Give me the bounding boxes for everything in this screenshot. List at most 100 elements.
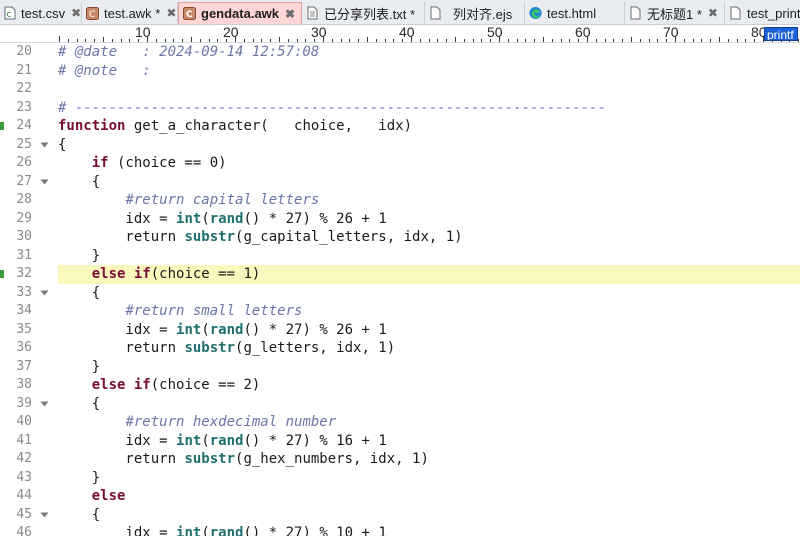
code-text[interactable]: else if(choice == 2) <box>58 376 800 395</box>
token-plain: () * 27) % 16 + 1 <box>243 432 387 449</box>
code-text[interactable]: { <box>58 136 800 155</box>
edge-browser-icon <box>529 6 542 20</box>
token-comment: #return small letters <box>125 303 303 319</box>
code-text[interactable]: #return capital letters <box>58 191 800 210</box>
code-text[interactable]: return substr(g_letters, idx, 1) <box>58 339 800 358</box>
code-line[interactable]: 39 { <box>0 395 800 414</box>
token-builtin: rand <box>209 321 244 338</box>
tab-column-align-ejs[interactable]: 列对齐.ejs <box>425 2 525 24</box>
token-plain: idx = <box>58 321 177 338</box>
code-text[interactable]: } <box>58 247 800 266</box>
code-text[interactable]: else if(choice == 1) <box>58 265 800 284</box>
code-text[interactable] <box>58 80 800 99</box>
close-icon[interactable]: ✖ <box>285 7 295 21</box>
code-line[interactable]: 36 return substr(g_letters, idx, 1) <box>0 339 800 358</box>
code-text[interactable]: return substr(g_capital_letters, idx, 1) <box>58 228 800 247</box>
ruler-label: 20 <box>223 25 239 40</box>
token-comment: # @date : 2024-09-14 12:57:08 <box>58 44 320 60</box>
code-text[interactable]: } <box>58 358 800 377</box>
code-text[interactable]: #return small letters <box>58 302 800 321</box>
code-editor[interactable]: 20 # @date : 2024-09-14 12:57:08 21 # @note… <box>0 42 800 536</box>
token-plain: ( <box>201 210 210 227</box>
code-line[interactable]: 41 idx = int(rand() * 27) % 16 + 1 <box>0 432 800 451</box>
token-builtin: rand <box>209 525 244 536</box>
fold-toggle-icon[interactable] <box>40 289 49 298</box>
token-plain: { <box>58 173 101 190</box>
tab-test-awk[interactable]: C test.awk * ✖ <box>82 2 178 24</box>
code-line[interactable]: 35 idx = int(rand() * 27) % 26 + 1 <box>0 321 800 340</box>
token-plain: } <box>58 247 101 264</box>
token-builtin: rand <box>209 210 244 227</box>
code-line[interactable]: 28 #return capital letters <box>0 191 800 210</box>
change-marker <box>0 270 4 278</box>
code-text[interactable]: #return hexdecimal number <box>58 413 800 432</box>
code-text[interactable]: if (choice == 0) <box>58 154 800 173</box>
code-line[interactable]: 30 return substr(g_capital_letters, idx,… <box>0 228 800 247</box>
close-icon[interactable]: ✖ <box>708 6 718 20</box>
token-plain: () * 27) % 26 + 1 <box>243 210 387 227</box>
fold-toggle-icon[interactable] <box>40 400 49 409</box>
token-plain: idx = <box>58 432 177 449</box>
tab-shared-list-txt[interactable]: 已分享列表.txt * <box>302 2 425 24</box>
svg-text:C: C <box>7 11 12 19</box>
code-text[interactable]: } <box>58 469 800 488</box>
code-line[interactable]: 23 # ------------------------------------… <box>0 99 800 118</box>
tab-gendata-awk[interactable]: C gendata.awk ✖ <box>178 2 302 24</box>
code-text[interactable]: { <box>58 395 800 414</box>
tab-test-html[interactable]: test.html <box>525 2 625 24</box>
code-line[interactable]: 29 idx = int(rand() * 27) % 26 + 1 <box>0 210 800 229</box>
code-line[interactable]: 31 } <box>0 247 800 266</box>
code-line[interactable]: 27 { <box>0 173 800 192</box>
blank-file-icon <box>429 6 442 20</box>
code-line[interactable]: 26 if (choice == 0) <box>0 154 800 173</box>
code-text[interactable]: { <box>58 173 800 192</box>
tab-untitled-1[interactable]: 无标题1 * ✖ <box>625 2 725 24</box>
tab-test-csv[interactable]: C test.csv ✖ <box>0 2 82 24</box>
tab-test-print[interactable]: test_print.e <box>725 2 800 24</box>
code-line[interactable]: 43 } <box>0 469 800 488</box>
code-line[interactable]: 25 { <box>0 136 800 155</box>
token-keyword: else if <box>91 266 151 282</box>
token-builtin: int <box>176 525 202 536</box>
token-plain: return <box>58 340 185 356</box>
code-text[interactable]: return substr(g_hex_numbers, idx, 1) <box>58 450 800 469</box>
code-text[interactable]: { <box>58 506 800 525</box>
code-text[interactable]: # @note : <box>58 62 800 81</box>
code-line[interactable]: 40 #return hexdecimal number <box>0 413 800 432</box>
code-text[interactable]: idx = int(rand() * 27) % 26 + 1 <box>58 321 800 340</box>
code-line-current[interactable]: 32 else if(choice == 1) <box>0 265 800 284</box>
code-line[interactable]: 37 } <box>0 358 800 377</box>
code-line[interactable]: 45 { <box>0 506 800 525</box>
close-icon[interactable]: ✖ <box>166 6 176 20</box>
code-text[interactable]: # @date : 2024-09-14 12:57:08 <box>58 43 800 62</box>
code-text[interactable]: function get_a_character( choice, idx) <box>58 117 800 136</box>
code-line[interactable]: 38 else if(choice == 2) <box>0 376 800 395</box>
tab-label: gendata.awk <box>201 6 280 21</box>
code-line[interactable]: 22 <box>0 80 800 99</box>
fold-toggle-icon[interactable] <box>40 178 49 187</box>
code-text[interactable]: idx = int(rand() * 27) % 10 + 1 <box>58 524 800 536</box>
code-line[interactable]: 42 return substr(g_hex_numbers, idx, 1) <box>0 450 800 469</box>
line-number: 46 <box>16 525 32 536</box>
code-line[interactable]: 20 # @date : 2024-09-14 12:57:08 <box>0 43 800 62</box>
code-text[interactable]: idx = int(rand() * 27) % 16 + 1 <box>58 432 800 451</box>
close-icon[interactable]: ✖ <box>71 6 81 20</box>
token-plain: return <box>58 229 185 245</box>
tab-label: 已分享列表.txt * <box>324 6 416 22</box>
code-text[interactable]: { <box>58 284 800 303</box>
code-text[interactable]: # --------------------------------------… <box>58 99 800 118</box>
code-line[interactable]: 21 # @note : <box>0 62 800 81</box>
line-number: 26 <box>16 155 32 170</box>
code-line[interactable]: 33 { <box>0 284 800 303</box>
fold-toggle-icon[interactable] <box>40 141 49 150</box>
code-line[interactable]: 34 #return small letters <box>0 302 800 321</box>
code-line[interactable]: 44 else <box>0 487 800 506</box>
code-text[interactable]: idx = int(rand() * 27) % 26 + 1 <box>58 210 800 229</box>
code-text[interactable]: else <box>58 487 800 506</box>
code-line[interactable]: 46 idx = int(rand() * 27) % 10 + 1 <box>0 524 800 536</box>
fold-toggle-icon[interactable] <box>40 511 49 520</box>
tab-label: 无标题1 * <box>647 6 702 22</box>
code-line[interactable]: 24 function get_a_character( choice, idx) <box>0 117 800 136</box>
